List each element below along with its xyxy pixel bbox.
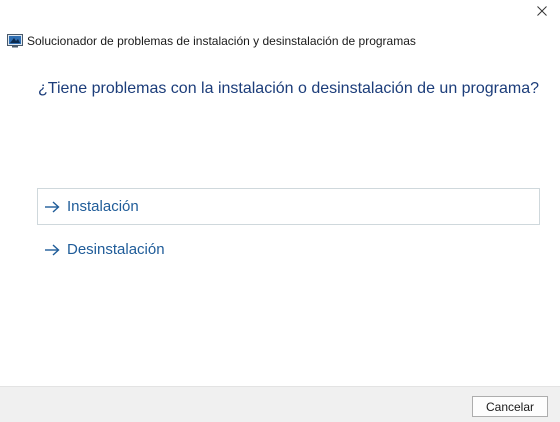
window-title: Solucionador de problemas de instalación…: [27, 34, 416, 48]
option-label: Instalación: [67, 198, 139, 215]
close-icon: [537, 6, 547, 16]
option-label: Desinstalación: [67, 241, 165, 258]
troubleshooter-window: Solucionador de problemas de instalación…: [0, 0, 560, 422]
footer-bar: Cancelar: [0, 386, 560, 422]
cancel-button[interactable]: Cancelar: [472, 396, 548, 417]
arrow-right-icon: [45, 200, 60, 213]
close-button[interactable]: [524, 0, 560, 22]
option-uninstallation[interactable]: Desinstalación: [37, 231, 540, 268]
option-installation[interactable]: Instalación: [37, 188, 540, 225]
arrow-right-icon: [45, 243, 60, 256]
title-bar: Solucionador de problemas de instalación…: [7, 32, 416, 50]
troubleshooter-icon: [7, 34, 23, 48]
page-heading: ¿Tiene problemas con la instalación o de…: [38, 80, 540, 97]
